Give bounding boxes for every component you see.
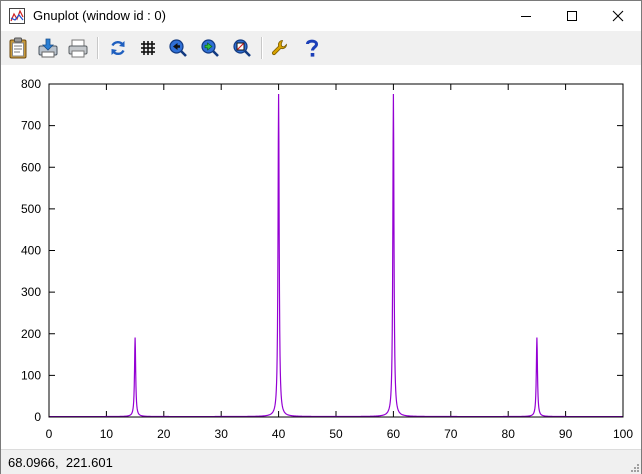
options-button[interactable] xyxy=(267,35,293,61)
print-icon xyxy=(68,39,88,58)
x-tick-label: 20 xyxy=(157,427,171,441)
copy-clipboard-button[interactable] xyxy=(5,35,31,61)
toolbar-separator xyxy=(97,37,99,59)
y-tick-label: 800 xyxy=(21,77,41,91)
y-tick-label: 500 xyxy=(21,202,41,216)
print-save-icon xyxy=(38,38,58,58)
mouse-coordinates: 68.0966, 221.601 xyxy=(8,455,113,470)
zoom-previous-button[interactable] xyxy=(165,35,191,61)
x-tick-label: 50 xyxy=(329,427,343,441)
x-tick-label: 0 xyxy=(46,427,53,441)
window-title: Gnuplot (window id : 0) xyxy=(33,8,166,23)
options-wrench-icon xyxy=(271,40,287,56)
y-tick-label: 700 xyxy=(21,119,41,133)
title-bar[interactable]: Gnuplot (window id : 0) xyxy=(1,1,641,31)
y-tick-label: 100 xyxy=(21,368,41,382)
close-icon xyxy=(612,10,624,22)
status-bar: 68.0966, 221.601 xyxy=(1,449,641,474)
chart: 0 100 200 300 400 500 600 700 800 0 10 20 30 40 50 60 7… xyxy=(21,77,633,441)
help-button[interactable] xyxy=(299,35,325,61)
toolbar xyxy=(1,31,641,65)
close-button[interactable] xyxy=(595,1,641,31)
maximize-button[interactable] xyxy=(549,1,595,31)
y-tick-label: 0 xyxy=(34,410,41,424)
zoom-next-button[interactable] xyxy=(197,35,223,61)
replot-icon xyxy=(111,40,125,56)
maximize-icon xyxy=(567,11,577,21)
toolbar-separator xyxy=(261,37,263,59)
unzoom-icon xyxy=(233,39,251,57)
help-icon xyxy=(306,39,319,57)
unzoom-button[interactable] xyxy=(229,35,255,61)
print-save-button[interactable] xyxy=(35,35,61,61)
x-tick-label: 10 xyxy=(100,427,114,441)
replot-button[interactable] xyxy=(105,35,131,61)
x-tick-label: 30 xyxy=(215,427,229,441)
gnuplot-window: Gnuplot (window id : 0) 0 100 200 300 40… xyxy=(0,0,642,474)
minimize-button[interactable] xyxy=(503,1,549,31)
grid-toggle-icon xyxy=(141,41,155,55)
y-tick-label: 300 xyxy=(21,285,41,299)
x-tick-label: 60 xyxy=(387,427,401,441)
series-line xyxy=(49,93,623,418)
x-tick-label: 40 xyxy=(272,427,286,441)
x-tick-label: 100 xyxy=(613,427,633,441)
minimize-icon xyxy=(521,16,531,17)
y-tick-label: 400 xyxy=(21,244,41,258)
plot-area[interactable]: 0 100 200 300 400 500 600 700 800 0 10 20 30 40 50 60 7… xyxy=(1,65,641,449)
x-tick-label: 70 xyxy=(444,427,458,441)
x-tick-label: 80 xyxy=(502,427,516,441)
y-tick-label: 200 xyxy=(21,327,41,341)
print-button[interactable] xyxy=(65,35,91,61)
gnuplot-app-icon xyxy=(9,8,25,24)
grid-toggle-button[interactable] xyxy=(135,35,161,61)
resize-grip-icon[interactable] xyxy=(628,461,640,473)
y-tick-label: 600 xyxy=(21,160,41,174)
copy-clipboard-icon xyxy=(9,37,27,59)
x-tick-label: 90 xyxy=(559,427,573,441)
zoom-next-icon xyxy=(201,39,219,57)
zoom-previous-icon xyxy=(169,39,187,57)
